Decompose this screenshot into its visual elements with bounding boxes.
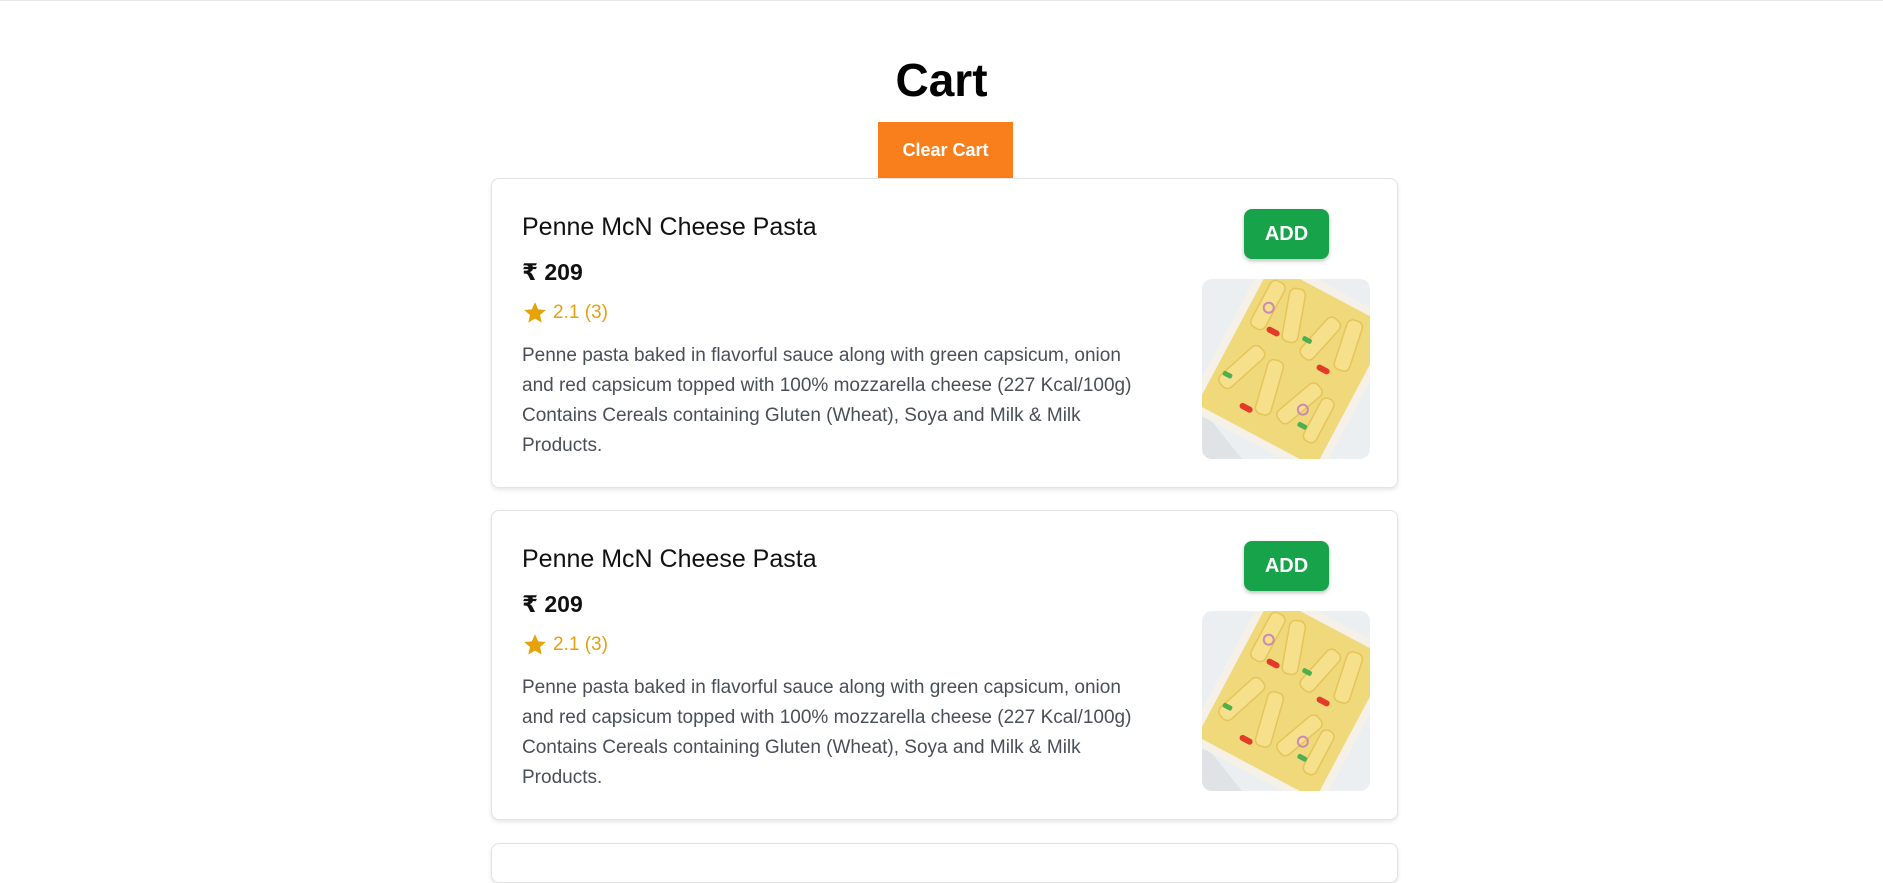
add-button[interactable]: ADD (1244, 541, 1329, 591)
star-icon (524, 302, 546, 323)
item-name: Penne McN Cheese Pasta (522, 545, 817, 573)
item-description: Penne pasta baked in flavorful sauce alo… (522, 677, 1132, 788)
item-rating: 2.1 (3) (522, 632, 608, 658)
item-name: Penne McN Cheese Pasta (522, 213, 817, 241)
pasta-dish-image (1202, 279, 1370, 459)
item-price: ₹ 209 (522, 259, 583, 285)
star-icon (524, 634, 546, 655)
item-rating: 2.1 (3) (522, 300, 608, 326)
item-description: Penne pasta baked in flavorful sauce alo… (522, 345, 1132, 456)
rating-text: 2.1 (3) (553, 302, 608, 323)
add-button[interactable]: ADD (1244, 209, 1329, 259)
cart-item-card (491, 843, 1398, 883)
clear-cart-button[interactable]: Clear Cart (878, 122, 1013, 178)
item-price: ₹ 209 (522, 591, 583, 617)
rating-text: 2.1 (3) (553, 634, 608, 655)
pasta-dish-image (1202, 611, 1370, 791)
cart-item-card: Penne McN Cheese Pasta ₹ 209 2.1 (3) Pen… (491, 510, 1398, 820)
page-title: Cart (895, 54, 988, 106)
cart-item-card: Penne McN Cheese Pasta ₹ 209 2.1 (3) Pen… (491, 178, 1398, 488)
top-divider (0, 0, 1883, 1)
